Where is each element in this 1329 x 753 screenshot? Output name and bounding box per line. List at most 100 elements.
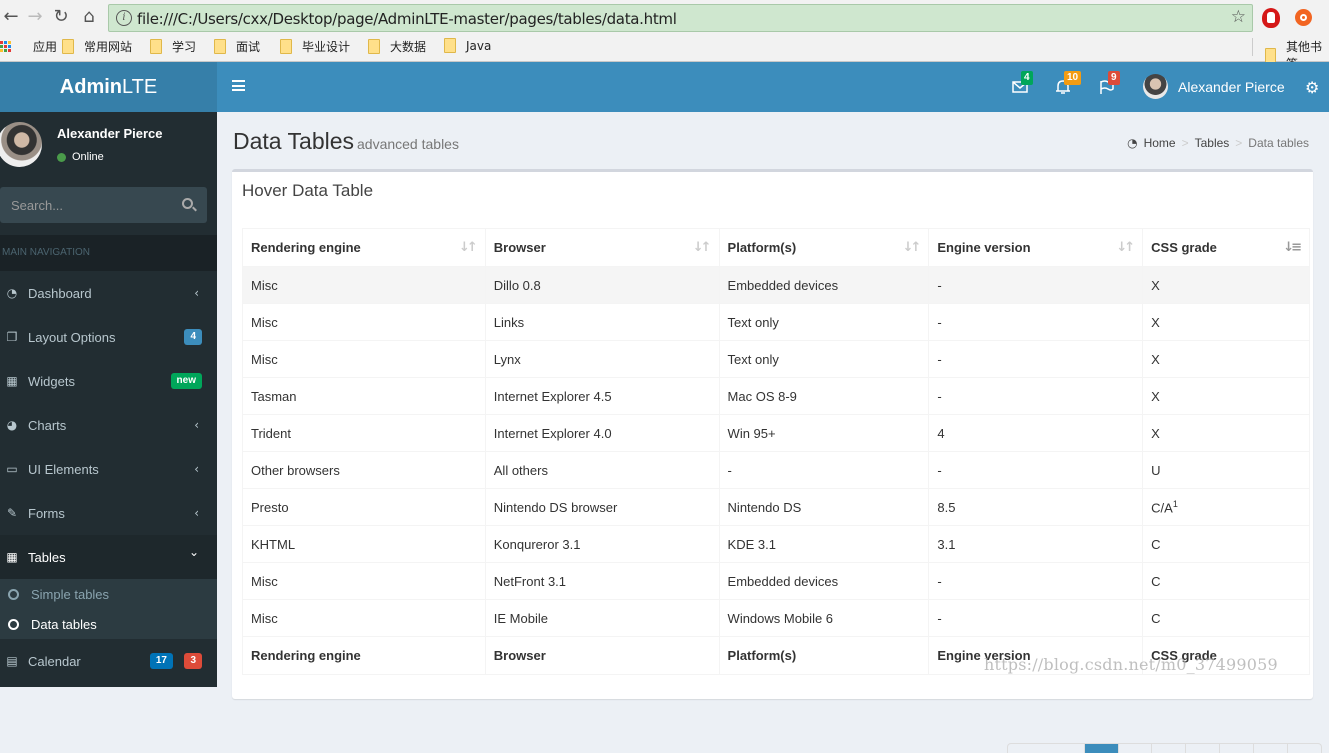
back-icon[interactable]: ← (0, 6, 22, 28)
cell-rendering-engine: Misc (242, 303, 486, 341)
home-icon[interactable]: ⌂ (78, 6, 100, 28)
extension-icon[interactable] (1295, 9, 1312, 26)
gears-icon[interactable]: ⚙ (1305, 78, 1319, 97)
pagination-previous[interactable] (1008, 744, 1085, 753)
calendar-badge-blue: 17 (149, 653, 173, 669)
cell-browser: NetFront 3.1 (484, 562, 720, 600)
sidebar-item-label: Widgets (28, 373, 75, 389)
reload-icon[interactable]: ↻ (50, 6, 72, 28)
pagination-page[interactable] (1220, 744, 1255, 753)
sidebar-item-tables[interactable]: ▦ Tables ⌄ (0, 535, 217, 579)
column-header-browser[interactable]: Browser ↓↑ (484, 228, 720, 267)
bookmark-folder[interactable]: 面试 (214, 38, 260, 55)
messages-count-badge: 4 (1021, 71, 1033, 85)
submenu-item-label: Simple tables (31, 586, 110, 602)
column-header-engine-version[interactable]: Engine version ↓↑ (928, 228, 1144, 267)
table-row[interactable]: Trident Internet Explorer 4.0 Win 95+ 4 X (242, 414, 1310, 452)
submenu-item-data-tables[interactable]: Data tables (0, 609, 217, 639)
sidebar-item-dashboard[interactable]: ◔ Dashboard ‹ (0, 271, 217, 315)
pagination-page[interactable] (1254, 744, 1289, 753)
sidebar-toggle-icon[interactable] (232, 80, 245, 91)
messages-menu[interactable]: 4 (1012, 71, 1033, 95)
bookmark-apps[interactable]: 应用 (0, 38, 57, 55)
breadcrumb-home[interactable]: Home (1144, 136, 1176, 150)
pagination-page[interactable] (1119, 744, 1153, 753)
top-navbar: 4 10 9 Alexander Pierce ⚙ (217, 62, 1329, 112)
info-icon[interactable]: i (116, 10, 132, 26)
table-row[interactable]: Other browsers All others - - U (242, 451, 1310, 489)
bookmark-folder[interactable]: Java (444, 38, 491, 53)
pagination-page[interactable] (1186, 744, 1221, 753)
sidebar-item-label: Tables (28, 549, 66, 565)
sort-both-icon: ↓↑ (458, 240, 478, 255)
pagination-page-active[interactable] (1084, 744, 1119, 753)
table-row[interactable]: Presto Nintendo DS browser Nintendo DS 8.5 C… (242, 488, 1310, 526)
column-header-rendering-engine[interactable]: Rendering engine ↓↑ (242, 228, 486, 267)
table-row[interactable]: Misc IE Mobile Windows Mobile 6 - C (242, 599, 1310, 637)
bookmark-label: 毕业设计 (302, 40, 351, 54)
chevron-left-icon: ‹ (194, 286, 199, 300)
cell-text: Embedded devices (727, 277, 839, 293)
cell-text: All others (493, 462, 548, 478)
sidebar-item-label: Calendar (28, 653, 81, 669)
bookmark-folder[interactable]: 学习 (150, 38, 196, 55)
cell-text: Misc (251, 351, 278, 367)
logo-bold: Admin (59, 76, 122, 98)
cell-css-grade: C (1142, 525, 1310, 563)
logo[interactable]: AdminLTE (0, 62, 217, 112)
sidebar-search-input[interactable] (0, 187, 170, 223)
user-status[interactable]: Online (57, 151, 104, 163)
cell-engine-version: - (928, 303, 1144, 341)
cell-engine-version: 3.1 (928, 525, 1144, 563)
table-row[interactable]: Misc Dillo 0.8 Embedded devices - X (242, 266, 1310, 304)
bookmark-folder[interactable]: 常用网站 (62, 38, 132, 55)
bookmark-folder[interactable]: 毕业设计 (280, 38, 350, 55)
column-header-platforms[interactable]: Platform(s) ↓↑ (718, 228, 930, 267)
url-text[interactable]: file:///C:/Users/cxx/Desktop/page/AdminL… (137, 10, 677, 28)
search-icon[interactable] (182, 198, 193, 209)
adblock-extension-icon[interactable] (1262, 8, 1280, 28)
table-row[interactable]: Misc NetFront 3.1 Embedded devices - C (242, 562, 1310, 600)
tasks-menu[interactable]: 9 (1099, 71, 1120, 95)
breadcrumb-tables[interactable]: Tables (1195, 136, 1230, 150)
notifications-menu[interactable]: 10 (1055, 71, 1082, 95)
user-menu[interactable]: Alexander Pierce (1143, 74, 1285, 99)
cell-text: X (1151, 388, 1160, 404)
layout-options-badge: 4 (184, 329, 202, 345)
submenu-item-simple-tables[interactable]: Simple tables (0, 579, 217, 609)
address-bar[interactable]: i file:///C:/Users/cxx/Desktop/page/Admi… (108, 4, 1253, 32)
sidebar-item-charts[interactable]: ◕ Charts ‹ (0, 403, 217, 447)
bookmark-star-icon[interactable]: ☆ (1231, 7, 1246, 27)
header-label: Browser (493, 240, 546, 255)
table-row[interactable]: Misc Links Text only - X (242, 303, 1310, 341)
content-wrapper: Data Tables advanced tables ◔ Home > Tab… (217, 112, 1329, 753)
sidebar-item-calendar[interactable]: ▤ Calendar 17 3 (0, 639, 217, 683)
bookmark-label: 常用网站 (84, 40, 133, 54)
sidebar-item-forms[interactable]: ✎ Forms ‹ (0, 491, 217, 535)
table-row[interactable]: KHTML Konqureror 3.1 KDE 3.1 3.1 C (242, 525, 1310, 563)
cell-text: C (1151, 610, 1161, 626)
header-label: Rendering engine (251, 240, 361, 255)
cell-text: X (1151, 425, 1160, 441)
cell-text: X (1151, 314, 1160, 330)
cell-browser: Internet Explorer 4.0 (484, 414, 720, 452)
table-row[interactable]: Misc Lynx Text only - X (242, 340, 1310, 378)
cell-rendering-engine: Misc (242, 266, 486, 304)
pagination-page[interactable] (1152, 744, 1187, 753)
cell-text: X (1151, 277, 1160, 293)
pagination-next[interactable] (1288, 744, 1321, 753)
sort-desc-icon: ↓≡ (1283, 240, 1302, 255)
bookmark-folder[interactable]: 大数据 (368, 38, 426, 55)
forward-icon[interactable]: → (24, 6, 46, 28)
column-header-css-grade[interactable]: CSS grade ↓≡ (1142, 228, 1310, 267)
chevron-left-icon: ‹ (194, 462, 199, 476)
breadcrumb-current: Data tables (1248, 136, 1309, 150)
bookmark-label: 应用 (33, 40, 58, 54)
cell-browser: Dillo 0.8 (484, 266, 720, 304)
sidebar-item-ui-elements[interactable]: ▭ UI Elements ‹ (0, 447, 217, 491)
bookmarks-bar: 应用 常用网站 学习 面试 毕业设计 大数据 Java 其他书签 (0, 36, 1329, 71)
sidebar-item-layout-options[interactable]: ❐ Layout Options 4 (0, 315, 217, 359)
cell-text: - (937, 573, 942, 589)
table-row[interactable]: Tasman Internet Explorer 4.5 Mac OS 8-9 - X (242, 377, 1310, 415)
sidebar-item-widgets[interactable]: ▦ Widgets new (0, 359, 217, 403)
